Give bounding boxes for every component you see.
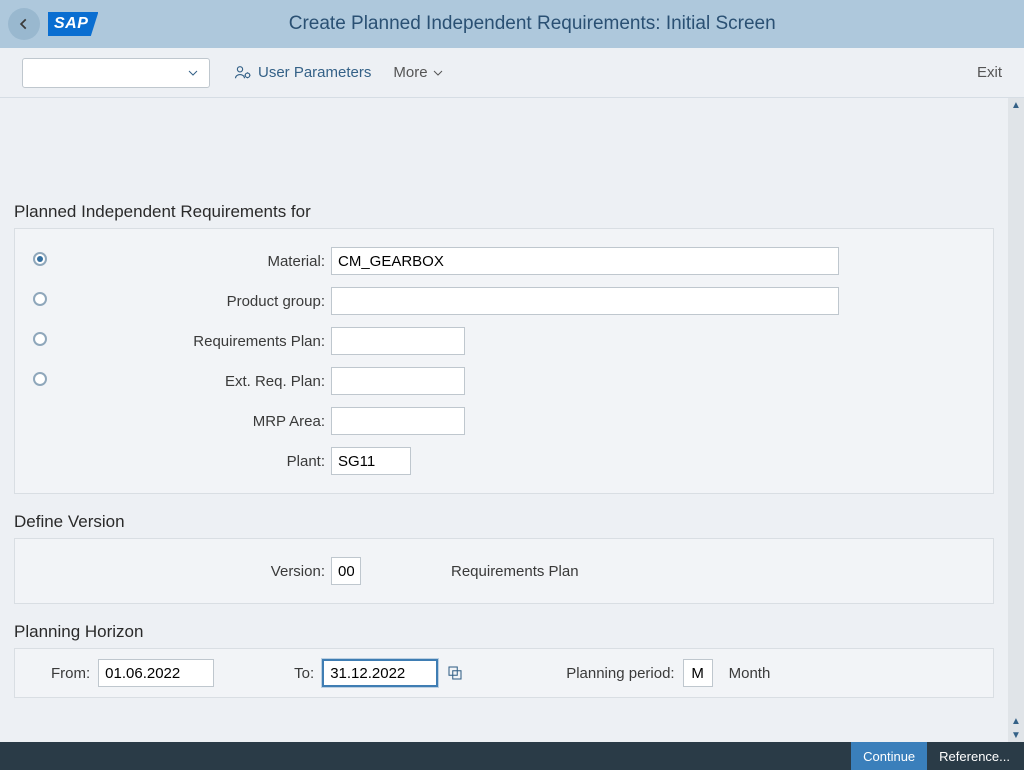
command-dropdown[interactable] [22,58,210,88]
section-title-version: Define Version [14,512,994,532]
value-help-icon [446,664,464,682]
chevron-left-icon [17,17,31,31]
group-pir: Material: Product group: Requirements Pl… [14,228,994,494]
product-group-label: Product group: [57,293,331,310]
user-parameters-label: User Parameters [258,64,371,81]
content-area: Planned Independent Requirements for Mat… [0,98,1008,742]
version-input[interactable] [331,557,361,585]
radio-material[interactable] [33,252,47,266]
plant-label: Plant: [57,453,331,470]
requirements-plan-label: Requirements Plan: [57,333,331,350]
group-version: Version: Requirements Plan [14,538,994,604]
sap-logo: SAP [48,12,98,36]
material-label: Material: [57,253,331,270]
vertical-scrollbar[interactable]: ▲ ▲ ▼ [1008,98,1024,742]
radio-ext-req-plan[interactable] [33,372,47,386]
scroll-up-arrow-2[interactable]: ▲ [1008,714,1024,728]
chevron-down-icon [432,67,444,79]
from-date-input[interactable] [98,659,214,687]
toolbar: User Parameters More Exit [0,48,1024,98]
page-title: Create Planned Independent Requirements:… [98,13,966,35]
to-label: To: [294,665,314,682]
version-label: Version: [57,563,331,580]
ext-req-plan-input[interactable] [331,367,465,395]
radio-requirements-plan[interactable] [33,332,47,346]
back-button[interactable] [8,8,40,40]
plant-input[interactable] [331,447,411,475]
from-label: From: [51,665,90,682]
app-header: SAP Create Planned Independent Requireme… [0,0,1024,48]
material-input[interactable] [331,247,839,275]
mrp-area-input[interactable] [331,407,465,435]
footer-bar: Continue Reference... [0,742,1024,770]
user-parameters-button[interactable]: User Parameters [234,64,371,82]
group-horizon: From: To: Planning period: M Month [14,648,994,698]
more-button[interactable]: More [393,64,443,81]
chevron-down-icon [187,67,199,79]
radio-product-group[interactable] [33,292,47,306]
planning-period-label: Planning period: [566,665,674,682]
planning-period-input[interactable]: M [683,659,713,687]
exit-button[interactable]: Exit [977,64,1002,81]
section-title-horizon: Planning Horizon [14,622,994,642]
more-label: More [393,64,427,81]
scroll-down-arrow[interactable]: ▼ [1008,728,1024,742]
scroll-up-arrow[interactable]: ▲ [1008,98,1024,112]
value-help-button[interactable] [444,662,466,684]
section-title-pir: Planned Independent Requirements for [14,202,994,222]
planning-period-text: Month [729,665,771,682]
ext-req-plan-label: Ext. Req. Plan: [57,373,331,390]
product-group-input[interactable] [331,287,839,315]
continue-button[interactable]: Continue [851,742,927,770]
user-settings-icon [234,64,252,82]
reference-button[interactable]: Reference... [927,742,1022,770]
mrp-area-label: MRP Area: [57,413,331,430]
to-date-input[interactable] [322,659,438,687]
requirements-plan-input[interactable] [331,327,465,355]
requirements-plan-text: Requirements Plan [421,563,579,580]
